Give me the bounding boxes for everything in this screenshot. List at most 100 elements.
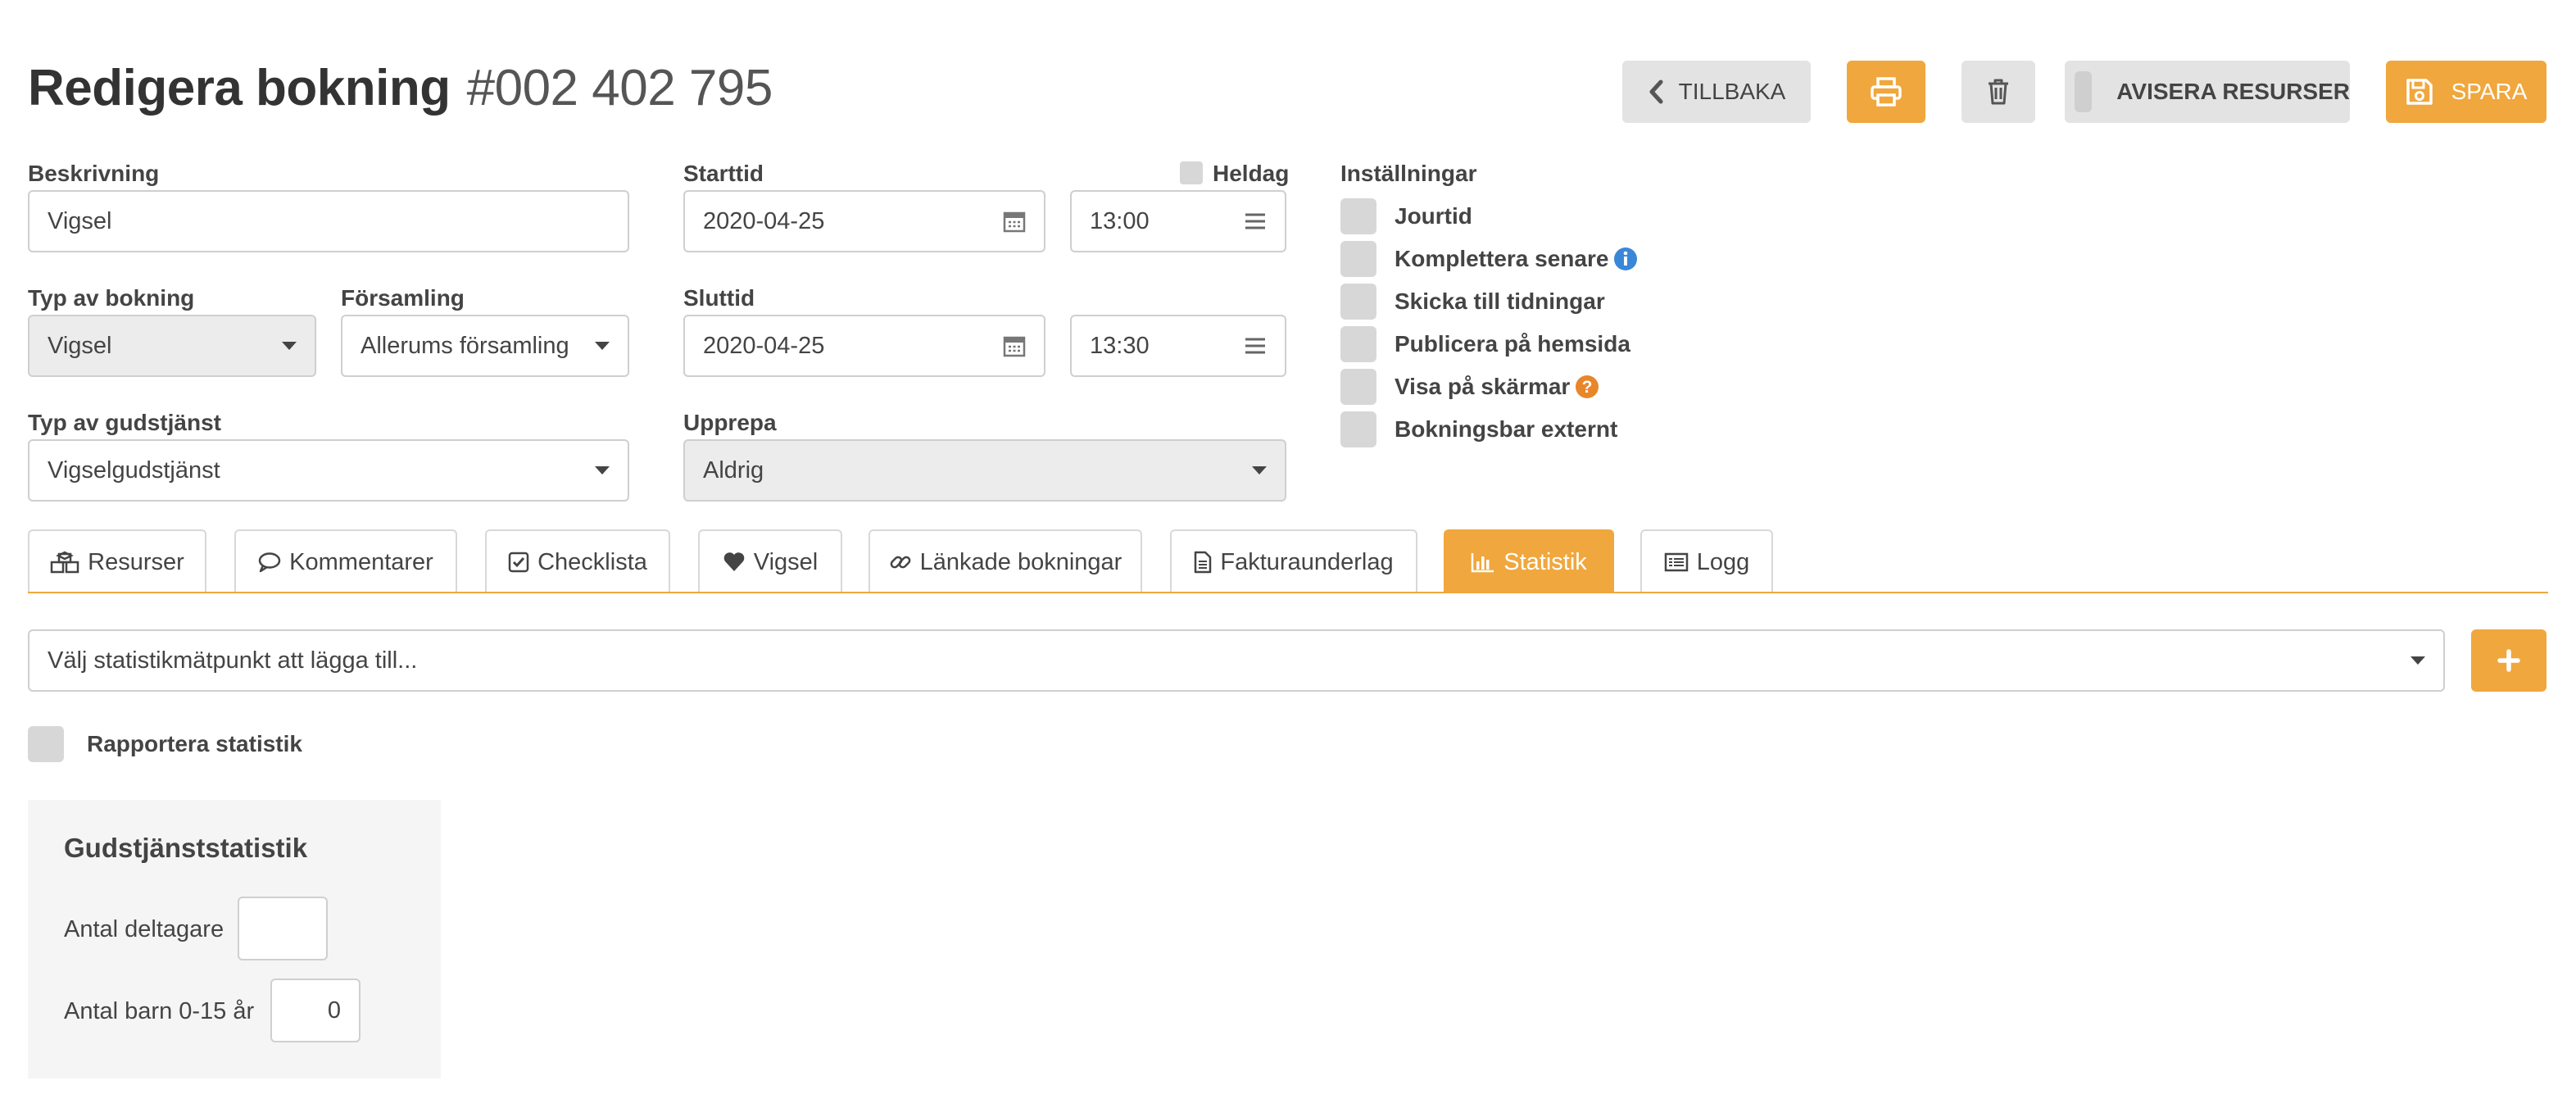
menu-icon[interactable] <box>1244 212 1267 230</box>
save-button[interactable]: SPARA <box>2386 61 2547 123</box>
description-value: Vigsel <box>48 207 112 234</box>
bookable-externally-label: Bokningsbar externt <box>1395 416 1617 443</box>
repeat-select[interactable]: Aldrig <box>683 439 1286 502</box>
tab-lankade-bokningar[interactable]: Länkade bokningar <box>868 529 1142 593</box>
participants-label: Antal deltagare <box>64 916 224 942</box>
save-icon <box>2406 79 2433 105</box>
svg-text:?: ? <box>1582 378 1593 397</box>
booking-number: #002 402 795 <box>466 60 773 116</box>
service-type-label: Typ av gudstjänst <box>28 410 221 435</box>
tab-vigsel[interactable]: Vigsel <box>698 529 842 593</box>
link-icon <box>890 556 911 569</box>
help-icon[interactable]: ? <box>1575 375 1599 399</box>
booking-type-label: Typ av bokning <box>28 285 195 311</box>
show-on-screens-label: Visa på skärmar ? <box>1395 374 1599 400</box>
tab-checklista[interactable]: Checklista <box>485 529 670 593</box>
file-icon <box>1195 551 1212 574</box>
save-button-label: SPARA <box>2451 79 2528 104</box>
description-label: Beskrivning <box>28 161 160 186</box>
parish-select[interactable]: Allerums församling <box>341 315 629 377</box>
check-square-icon <box>508 552 529 573</box>
children-input[interactable]: 0 <box>270 979 361 1042</box>
repeat-value: Aldrig <box>703 456 764 484</box>
back-button[interactable]: TILLBAKA <box>1622 61 1811 123</box>
repeat-label: Upprepa <box>683 410 777 435</box>
tab-kommentarer-label: Kommentarer <box>289 548 433 575</box>
start-time-input[interactable]: 13:00 <box>1070 190 1286 252</box>
start-time-value: 13:00 <box>1090 207 1150 234</box>
heart-icon <box>723 552 745 571</box>
notify-resources-checkbox[interactable] <box>2075 71 2093 112</box>
service-statistics-title: Gudstjänststatistik <box>64 833 308 863</box>
parish-label: Församling <box>341 285 465 311</box>
tabs-underline <box>28 592 2548 593</box>
statistic-point-select[interactable]: Välj statistikmätpunkt att lägga till... <box>28 629 2445 692</box>
add-statistic-button[interactable] <box>2471 629 2547 692</box>
show-on-screens-label-text: Visa på skärmar <box>1395 374 1571 399</box>
complete-later-checkbox[interactable] <box>1340 241 1376 277</box>
statistic-point-placeholder: Välj statistikmätpunkt att lägga till... <box>48 647 418 674</box>
publish-on-website-checkbox[interactable] <box>1340 326 1376 362</box>
list-icon <box>1664 552 1688 572</box>
report-statistics-label: Rapportera statistik <box>87 731 302 757</box>
start-time-label: Starttid <box>683 161 764 186</box>
chevron-left-icon <box>1649 79 1663 104</box>
tab-checklista-label: Checklista <box>537 548 647 575</box>
end-date-value: 2020-04-25 <box>703 332 825 359</box>
comment-icon <box>258 552 281 573</box>
booking-type-select[interactable]: Vigsel <box>28 315 316 377</box>
jourtid-label: Jourtid <box>1395 203 1472 229</box>
info-icon[interactable] <box>1613 247 1638 271</box>
caret-down-icon <box>282 342 297 350</box>
tab-statistik[interactable]: Statistik <box>1444 529 1614 593</box>
notify-resources-label: AVISERA RESURSER <box>2116 79 2350 104</box>
calendar-icon[interactable] <box>1003 210 1026 233</box>
tab-fakturaunderlag[interactable]: Fakturaunderlag <box>1170 529 1417 593</box>
caret-down-icon <box>2410 656 2425 665</box>
tab-statistik-label: Statistik <box>1503 548 1587 575</box>
back-button-label: TILLBAKA <box>1678 79 1786 104</box>
cubes-icon <box>50 551 79 574</box>
tab-fakturaunderlag-label: Fakturaunderlag <box>1220 548 1394 575</box>
delete-button[interactable] <box>1961 61 2035 123</box>
send-to-newspapers-label-text: Skicka till tidningar <box>1395 288 1605 314</box>
children-label: Antal barn 0-15 år <box>64 998 255 1024</box>
report-statistics-label-text: Rapportera statistik <box>87 731 302 756</box>
tab-kommentarer[interactable]: Kommentarer <box>234 529 457 593</box>
notify-resources-toggle[interactable]: AVISERA RESURSER <box>2065 61 2350 123</box>
bar-chart-icon <box>1471 553 1494 573</box>
report-statistics-checkbox[interactable] <box>28 726 64 762</box>
caret-down-icon <box>1252 466 1267 475</box>
settings-label: Inställningar <box>1340 161 1477 186</box>
trash-icon <box>1989 79 2008 105</box>
tab-lankade-bokningar-label: Länkade bokningar <box>919 548 1122 575</box>
all-day-label: Heldag <box>1213 161 1290 186</box>
end-time-label: Sluttid <box>683 285 755 311</box>
bookable-externally-label-text: Bokningsbar externt <box>1395 416 1618 442</box>
all-day-checkbox[interactable] <box>1180 161 1203 184</box>
tab-vigsel-label: Vigsel <box>753 548 819 575</box>
description-input[interactable]: Vigsel <box>28 190 629 252</box>
start-date-input[interactable]: 2020-04-25 <box>683 190 1045 252</box>
menu-icon[interactable] <box>1244 337 1267 355</box>
end-time-input[interactable]: 13:30 <box>1070 315 1286 377</box>
service-type-select[interactable]: Vigselgudstjänst <box>28 439 629 502</box>
calendar-icon[interactable] <box>1003 334 1026 357</box>
jourtid-label-text: Jourtid <box>1395 203 1472 229</box>
send-to-newspapers-label: Skicka till tidningar <box>1395 288 1605 315</box>
plus-icon <box>2497 649 2520 672</box>
page-title: Redigera bokning #002 402 795 <box>28 59 773 117</box>
end-date-input[interactable]: 2020-04-25 <box>683 315 1045 377</box>
send-to-newspapers-checkbox[interactable] <box>1340 284 1376 320</box>
page-title-text: Redigera bokning <box>28 60 451 116</box>
print-button[interactable] <box>1847 61 1925 123</box>
participants-input[interactable] <box>238 897 328 960</box>
caret-down-icon <box>595 342 610 350</box>
tab-logg[interactable]: Logg <box>1640 529 1773 593</box>
caret-down-icon <box>595 466 610 475</box>
jourtid-checkbox[interactable] <box>1340 198 1376 234</box>
show-on-screens-checkbox[interactable] <box>1340 369 1376 405</box>
bookable-externally-checkbox[interactable] <box>1340 411 1376 447</box>
tab-resurser[interactable]: Resurser <box>28 529 206 593</box>
complete-later-label: Komplettera senare <box>1395 246 1638 272</box>
